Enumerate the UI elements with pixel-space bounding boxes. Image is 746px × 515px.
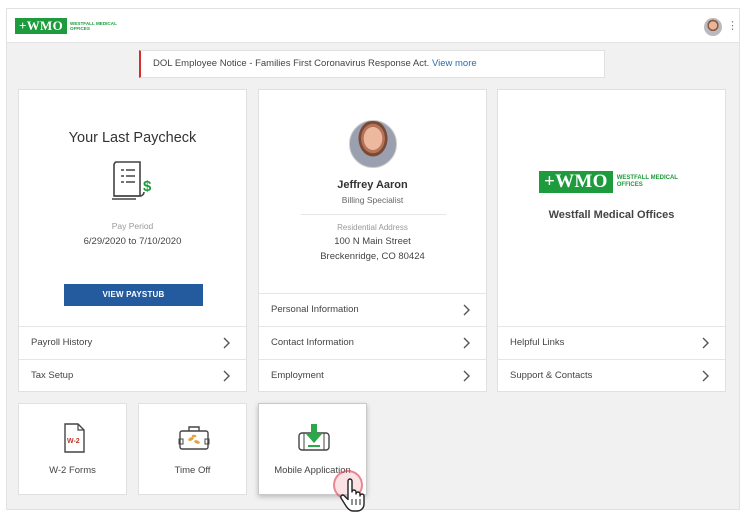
employee-title: Billing Specialist [341,195,404,205]
hand-cursor-icon [340,478,365,512]
w2-document-icon: W-2 [64,423,85,453]
link-label: Support & Contacts [510,370,593,381]
company-logo: +WMO WESTFALL MEDICAL OFFICES [539,171,683,193]
top-bar: +WMO WESTFALL MEDICAL OFFICES ⋮ [7,9,739,43]
tax-setup-link[interactable]: Tax Setup [19,359,246,392]
logo-subtitle: WESTFALL MEDICAL OFFICES [70,20,117,32]
logo-subtitle: WESTFALL MEDICAL OFFICES [616,175,678,188]
employee-card: Jeffrey Aaron Billing Specialist Residen… [258,89,487,392]
link-label: Employment [271,370,324,381]
header-logo[interactable]: +WMO WESTFALL MEDICAL OFFICES [15,18,118,34]
logo-mark: +WMO [539,171,613,193]
logo-mark: +WMO [15,18,67,34]
company-card: +WMO WESTFALL MEDICAL OFFICES Westfall M… [497,89,726,392]
link-label: Personal Information [271,304,359,315]
svg-text:$: $ [143,178,152,195]
chevron-right-icon [223,337,230,349]
address-line-2: Breckenridge, CO 80424 [320,251,425,262]
personal-information-link[interactable]: Personal Information [259,293,486,326]
kebab-menu-icon[interactable]: ⋮ [727,18,738,34]
paycheck-card: Your Last Paycheck $ Pay Period 6/29/202… [18,89,247,392]
employee-name: Jeffrey Aaron [337,179,408,191]
w2-icon-text: W-2 [67,438,80,445]
suitcase-icon [178,426,210,450]
pay-period-label: Pay Period [111,221,154,231]
payroll-history-link[interactable]: Payroll History [19,326,246,359]
view-paystub-button[interactable]: VIEW PAYSTUB [64,284,203,306]
chevron-right-icon [463,337,470,349]
support-contacts-link[interactable]: Support & Contacts [498,359,725,392]
paycheck-title: Your Last Paycheck [68,130,197,146]
chevron-right-icon [702,337,709,349]
employment-link[interactable]: Employment [259,359,486,392]
receipt-icon: $ [112,161,152,200]
link-label: Contact Information [271,337,354,348]
chevron-right-icon [463,304,470,316]
chevron-right-icon [463,370,470,382]
mobile-download-icon [298,424,330,451]
notice-text: DOL Employee Notice - Families First Cor… [153,58,432,69]
divider [301,214,446,215]
w2-forms-tile[interactable]: W-2 W-2 Forms [18,403,127,495]
contact-information-link[interactable]: Contact Information [259,326,486,359]
tile-label: W-2 Forms [49,465,96,476]
user-avatar[interactable] [704,18,722,36]
company-name: Westfall Medical Offices [548,209,675,221]
address-line-1: 100 N Main Street [334,236,411,247]
address-label: Residential Address [337,223,408,232]
pay-period-value: 6/29/2020 to 7/10/2020 [83,236,182,247]
chevron-right-icon [702,370,709,382]
helpful-links-link[interactable]: Helpful Links [498,326,725,359]
chevron-right-icon [223,370,230,382]
time-off-tile[interactable]: Time Off [138,403,247,495]
dol-notice-banner: DOL Employee Notice - Families First Cor… [139,50,605,78]
link-label: Helpful Links [510,337,565,348]
employee-photo [349,120,397,168]
notice-view-more-link[interactable]: View more [432,58,477,69]
app-window: +WMO WESTFALL MEDICAL OFFICES ⋮ DOL Empl… [6,8,740,510]
link-label: Payroll History [31,337,93,348]
link-label: Tax Setup [31,370,74,381]
tile-label: Time Off [174,465,211,476]
